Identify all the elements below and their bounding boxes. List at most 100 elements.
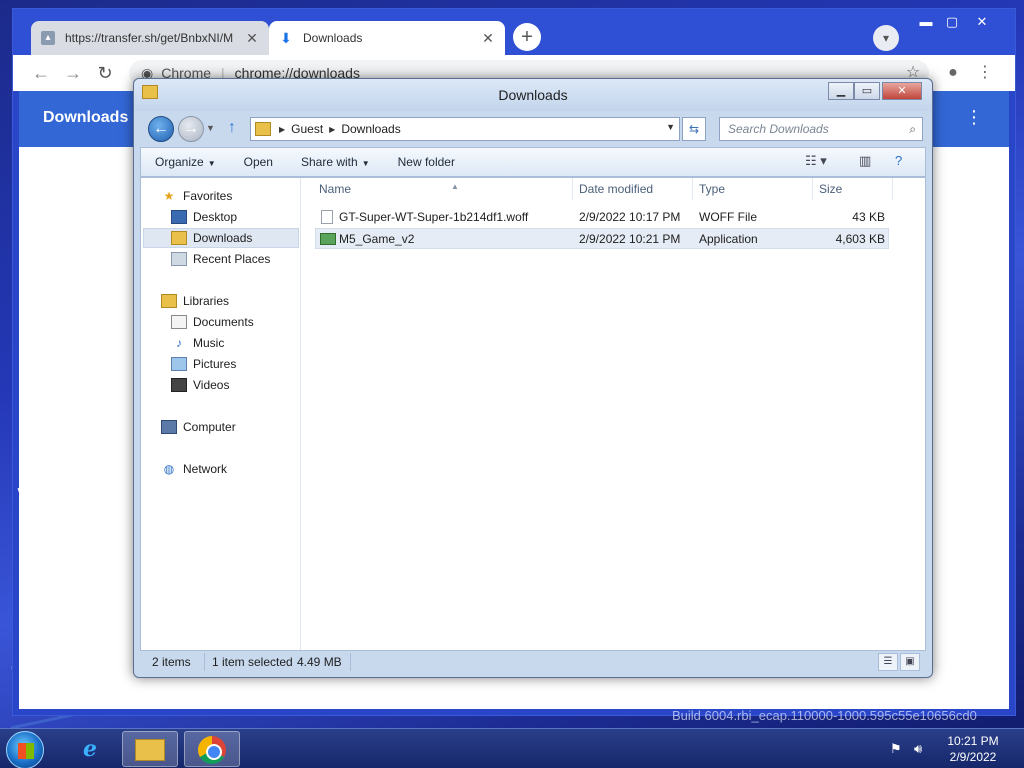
nav-music[interactable]: ♪ Music <box>171 333 224 353</box>
new-tab-button[interactable]: + <box>513 23 541 51</box>
up-arrow-icon[interactable]: ↑ <box>228 119 236 137</box>
chevron-right-icon[interactable]: ▶ <box>329 125 335 134</box>
forward-arrow-icon[interactable]: → <box>178 116 204 142</box>
new-folder-button[interactable]: New folder <box>384 155 469 169</box>
start-button[interactable] <box>6 731 44 768</box>
explorer-titlebar[interactable]: Downloads ▁ ▭ ✕ <box>134 79 932 111</box>
column-header-date[interactable]: Date modified <box>573 178 693 200</box>
breadcrumb[interactable]: ▶ Guest ▶ Downloads ▼ <box>250 117 680 141</box>
file-type: WOFF File <box>699 210 757 224</box>
navigation-row: ← → ▼ ↑ ▶ Guest ▶ Downloads ▼ ⇆ Search D… <box>134 111 932 147</box>
nav-label: Pictures <box>193 357 237 371</box>
file-row-selected[interactable]: M5_Game_v2 2/9/2022 10:21 PM Application… <box>315 228 889 249</box>
search-icon[interactable]: ⌕ <box>909 118 916 140</box>
file-date: 2/9/2022 10:21 PM <box>579 232 681 246</box>
libraries-icon <box>161 294 177 308</box>
nav-favorites[interactable]: ★ Favorites <box>161 186 233 206</box>
computer-icon <box>161 420 177 434</box>
refresh-button[interactable]: ⇆ <box>682 117 706 141</box>
organize-button[interactable]: Organize ▼ <box>141 155 230 169</box>
system-clock[interactable]: 10:21 PM 2/9/2022 <box>940 733 1006 765</box>
explorer-window: Downloads ▁ ▭ ✕ ← → ▼ ↑ ▶ Guest ▶ Downlo… <box>133 78 933 678</box>
item-count: 2 items <box>152 655 191 669</box>
site-favicon-icon: ▴ <box>41 31 55 45</box>
tab-search-icon[interactable]: ▾ <box>873 25 899 51</box>
search-placeholder: Search Downloads <box>728 122 829 136</box>
nav-network[interactable]: ◍ Network <box>161 459 227 479</box>
chevron-down-icon: ▼ <box>361 159 370 168</box>
chrome-icon <box>198 736 226 764</box>
minimize-button[interactable]: ▁ <box>828 82 854 100</box>
share-with-label: Share with <box>300 155 358 169</box>
tab-downloads[interactable]: ⬇ Downloads ✕ <box>269 21 505 55</box>
column-header-size[interactable]: Size <box>813 178 893 200</box>
nav-label: Network <box>183 462 228 476</box>
search-input[interactable]: Search Downloads ⌕ <box>719 117 923 141</box>
file-name: M5_Game_v2 <box>339 232 415 246</box>
videos-icon <box>171 378 187 392</box>
maximize-button[interactable]: ▢ <box>935 11 969 33</box>
breadcrumb-downloads[interactable]: Downloads <box>341 122 400 136</box>
preview-pane-icon[interactable]: ▥ <box>859 153 871 169</box>
share-with-button[interactable]: Share with ▼ <box>287 155 384 169</box>
nav-libraries[interactable]: Libraries <box>161 291 229 311</box>
nav-label: Desktop <box>193 210 238 224</box>
back-arrow-icon[interactable]: ← <box>29 61 53 85</box>
more-actions-icon[interactable]: ⋮ <box>965 107 983 128</box>
menu-kebab-icon[interactable]: ⋮ <box>973 61 997 85</box>
large-icons-view-icon[interactable]: ▣ <box>900 653 920 671</box>
nav-downloads[interactable]: Downloads <box>143 228 299 248</box>
file-size: 43 KB <box>852 210 885 224</box>
open-button[interactable]: Open <box>230 155 287 169</box>
nav-label: Computer <box>183 420 236 434</box>
organize-label: Organize <box>155 155 204 169</box>
status-divider <box>350 653 351 671</box>
nav-pictures[interactable]: Pictures <box>171 354 236 374</box>
reload-icon[interactable]: ↻ <box>93 61 117 85</box>
nav-documents[interactable]: Documents <box>171 312 254 332</box>
view-options-icon[interactable]: ☷ ▾ <box>805 153 827 169</box>
chevron-right-icon[interactable]: ▶ <box>279 125 285 134</box>
nav-label: Libraries <box>183 294 230 308</box>
column-header-type[interactable]: Type <box>693 178 813 200</box>
file-name: GT-Super-WT-Super-1b214df1.woff <box>339 210 529 224</box>
close-button[interactable]: ✕ <box>882 82 922 100</box>
column-label: Name <box>319 182 352 196</box>
help-icon[interactable]: ? <box>895 153 902 168</box>
maximize-button[interactable]: ▭ <box>854 82 880 100</box>
close-window-button[interactable]: ✕ <box>965 11 999 33</box>
profile-avatar-icon[interactable]: ● <box>941 61 965 85</box>
taskbar-internet-explorer[interactable]: e <box>62 731 118 767</box>
breadcrumb-guest[interactable]: Guest <box>291 122 323 136</box>
build-watermark: Build 6004.rbi_ecap.110000-1000.595c55e1… <box>672 708 977 723</box>
chevron-down-icon[interactable]: ▼ <box>666 122 675 132</box>
network-icon: ◍ <box>163 462 175 476</box>
volume-icon[interactable]: 🔊︎ <box>914 741 922 757</box>
nav-desktop[interactable]: Desktop <box>171 207 237 227</box>
nav-recent-places[interactable]: Recent Places <box>171 249 270 269</box>
file-date: 2/9/2022 10:17 PM <box>579 210 681 224</box>
desktop-icon <box>171 210 187 224</box>
chevron-down-icon: ▼ <box>207 159 216 168</box>
nav-videos[interactable]: Videos <box>171 375 229 395</box>
action-center-flag-icon[interactable]: ⚑ <box>890 741 902 757</box>
taskbar-explorer[interactable] <box>122 731 178 767</box>
tab-strip: ▴ https://transfer.sh/get/BnbxNI/M ✕ ⬇ D… <box>13 9 1015 55</box>
column-header-name[interactable]: Name ▲ <box>313 178 573 200</box>
details-view-icon[interactable]: ☰ <box>878 653 898 671</box>
page-title: Downloads <box>43 109 129 126</box>
tab-transfer[interactable]: ▴ https://transfer.sh/get/BnbxNI/M ✕ <box>31 21 269 55</box>
close-tab-icon[interactable]: ✕ <box>245 30 259 47</box>
folder-icon <box>255 122 271 136</box>
file-type: Application <box>699 232 758 246</box>
back-arrow-icon[interactable]: ← <box>148 116 174 142</box>
file-icon <box>321 210 333 224</box>
status-bar: 2 items 1 item selected 4.49 MB ☰ ▣ <box>140 651 926 673</box>
forward-arrow-icon[interactable]: → <box>61 61 85 85</box>
taskbar-chrome[interactable] <box>184 731 240 767</box>
nav-computer[interactable]: Computer <box>161 417 236 437</box>
close-tab-icon[interactable]: ✕ <box>481 30 495 47</box>
history-dropdown-icon[interactable]: ▼ <box>206 123 215 133</box>
pictures-icon <box>171 357 187 371</box>
file-row[interactable]: GT-Super-WT-Super-1b214df1.woff 2/9/2022… <box>315 207 889 228</box>
